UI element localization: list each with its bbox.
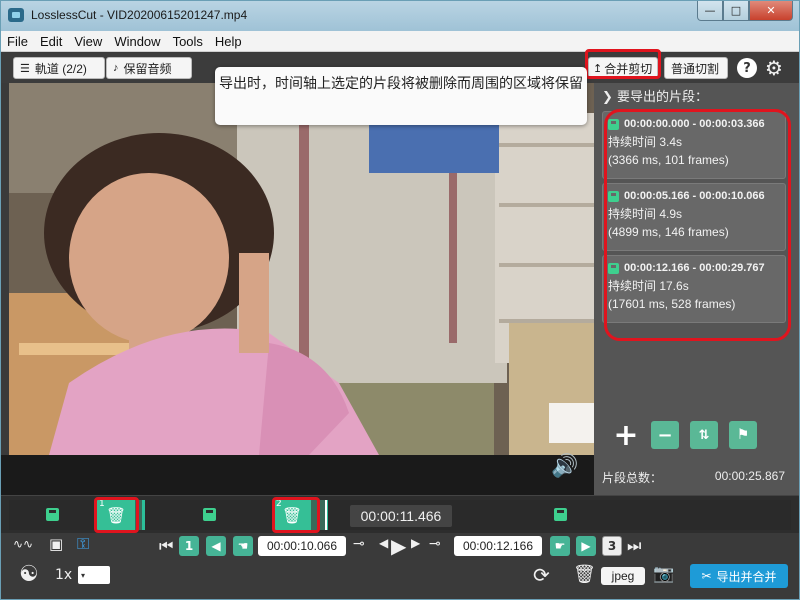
export-button[interactable]: ✂ 导出并合并: [690, 564, 788, 588]
menu-view[interactable]: View: [74, 34, 102, 49]
jump-end-icon[interactable]: ⏭: [627, 536, 641, 556]
menu-file[interactable]: File: [7, 34, 28, 49]
cut-start-time-input[interactable]: 00:00:10.066: [258, 536, 346, 556]
yin-yang-icon[interactable]: ☯: [19, 562, 39, 587]
bottom-controls: ☯: [1, 559, 799, 599]
app-window: LosslessCut - VID20200615201247.mp4 — □ …: [0, 0, 800, 600]
save-icon: [554, 508, 567, 521]
rotate-icon[interactable]: ⟳: [533, 563, 550, 587]
scissors-icon: ✂: [701, 569, 712, 583]
current-time: 00:00:11.466: [350, 505, 452, 527]
add-segment-button[interactable]: +: [612, 418, 640, 453]
remove-segment-button[interactable]: −: [651, 421, 679, 449]
set-cut-start-button[interactable]: ☚: [233, 536, 253, 556]
screenshot-format-select[interactable]: jpeg: [601, 567, 645, 585]
volume-icon[interactable]: 🔊: [551, 454, 578, 479]
help-button[interactable]: ?: [737, 58, 757, 78]
speed-select[interactable]: ▾: [78, 566, 110, 584]
segment-total-value: 00:00:25.867: [714, 469, 785, 483]
play-icon[interactable]: ▶: [391, 534, 406, 558]
video-frame: [9, 83, 594, 455]
jump-start-icon[interactable]: ⏮: [159, 536, 173, 556]
playhead[interactable]: [325, 500, 327, 530]
jump-to-cut-end-button[interactable]: ▶: [576, 536, 596, 556]
menu-bar: File Edit View Window Tools Help: [1, 31, 799, 52]
key-icon[interactable]: ⚿: [77, 534, 89, 554]
window-title: LosslessCut - VID20200615201247.mp4: [31, 8, 248, 22]
panel-title-text: 要导出的片段：: [617, 90, 709, 105]
list-icon: ☰: [20, 62, 30, 75]
set-cut-end-button[interactable]: ☛: [550, 536, 570, 556]
video-player[interactable]: [9, 83, 594, 455]
normal-cut-label: 普通切割: [671, 61, 720, 76]
playback-speed[interactable]: 1x: [55, 567, 72, 583]
segment-actions: + − ⇅ ⚑: [612, 418, 768, 453]
minimize-button[interactable]: —: [697, 1, 723, 21]
chevron-right-icon[interactable]: ❯: [602, 90, 613, 105]
save-icon: [46, 508, 59, 521]
jump-to-cut-start-button[interactable]: ◀: [206, 536, 226, 556]
segments-panel: ❯ 要导出的片段： 00:00:00.000 - 00:00:03.366 持续…: [594, 83, 799, 495]
menu-tools[interactable]: Tools: [173, 34, 203, 49]
timeline[interactable]: 🗑 1 🗑 2 00:00:11.466: [1, 495, 799, 533]
mode-tooltip: 导出时，时间轴上选定的片段将被删除而周围的区域将保留: [215, 67, 587, 125]
keep-audio-label: 保留音频: [123, 61, 172, 76]
close-button[interactable]: ✕: [749, 1, 793, 21]
segment-total-label: 片段总数：: [602, 471, 663, 485]
merge-cut-highlight: [585, 49, 661, 79]
segment-1-highlight: [94, 497, 139, 533]
camera-icon[interactable]: 📷: [653, 564, 674, 584]
keep-audio-button[interactable]: ♪ 保留音频: [106, 57, 192, 79]
cut-end-time-input[interactable]: 00:00:12.166: [454, 536, 542, 556]
export-label: 导出并合并: [716, 569, 777, 584]
step-back-icon[interactable]: ◀: [379, 536, 388, 550]
prev-segment-button[interactable]: 1: [179, 536, 199, 556]
trash-icon[interactable]: 🗑: [573, 564, 596, 585]
waveform-icon[interactable]: ∿∿: [13, 537, 33, 551]
save-icon: [203, 508, 216, 521]
tag-icon[interactable]: ⚑: [729, 421, 757, 449]
segment-2-highlight: [272, 497, 320, 533]
video-letterbox: [1, 455, 594, 495]
sort-segments-button[interactable]: ⇅: [690, 421, 718, 449]
speaker-icon: ♪: [113, 62, 119, 74]
step-forward-icon[interactable]: ▶: [411, 536, 420, 550]
playback-controls: ∿∿ ▣ ⚿ ⏮ 1 ◀ ☚ 00:00:10.066 ⊸ ◀ ▶ ▶ ⊸ 00…: [1, 534, 799, 559]
maximize-button[interactable]: □: [723, 1, 749, 21]
app-icon: [8, 8, 24, 22]
gear-icon[interactable]: ⚙: [765, 56, 783, 80]
title-bar: LosslessCut - VID20200615201247.mp4 — □ …: [1, 1, 799, 31]
segment-list-highlight: [604, 109, 791, 341]
menu-help[interactable]: Help: [215, 34, 242, 49]
tracks-button[interactable]: ☰ 軌道 (2/2): [13, 57, 105, 79]
next-segment-button[interactable]: 3: [602, 536, 622, 556]
tracks-label: 軌道 (2/2): [34, 61, 87, 76]
normal-cut-button[interactable]: 普通切割: [664, 57, 728, 79]
key-icon[interactable]: ⊸: [353, 536, 365, 552]
panel-title: ❯ 要导出的片段：: [602, 86, 708, 105]
menu-window[interactable]: Window: [114, 34, 160, 49]
key-icon[interactable]: ⊸: [429, 536, 441, 552]
image-icon[interactable]: ▣: [49, 535, 63, 553]
menu-edit[interactable]: Edit: [40, 34, 62, 49]
